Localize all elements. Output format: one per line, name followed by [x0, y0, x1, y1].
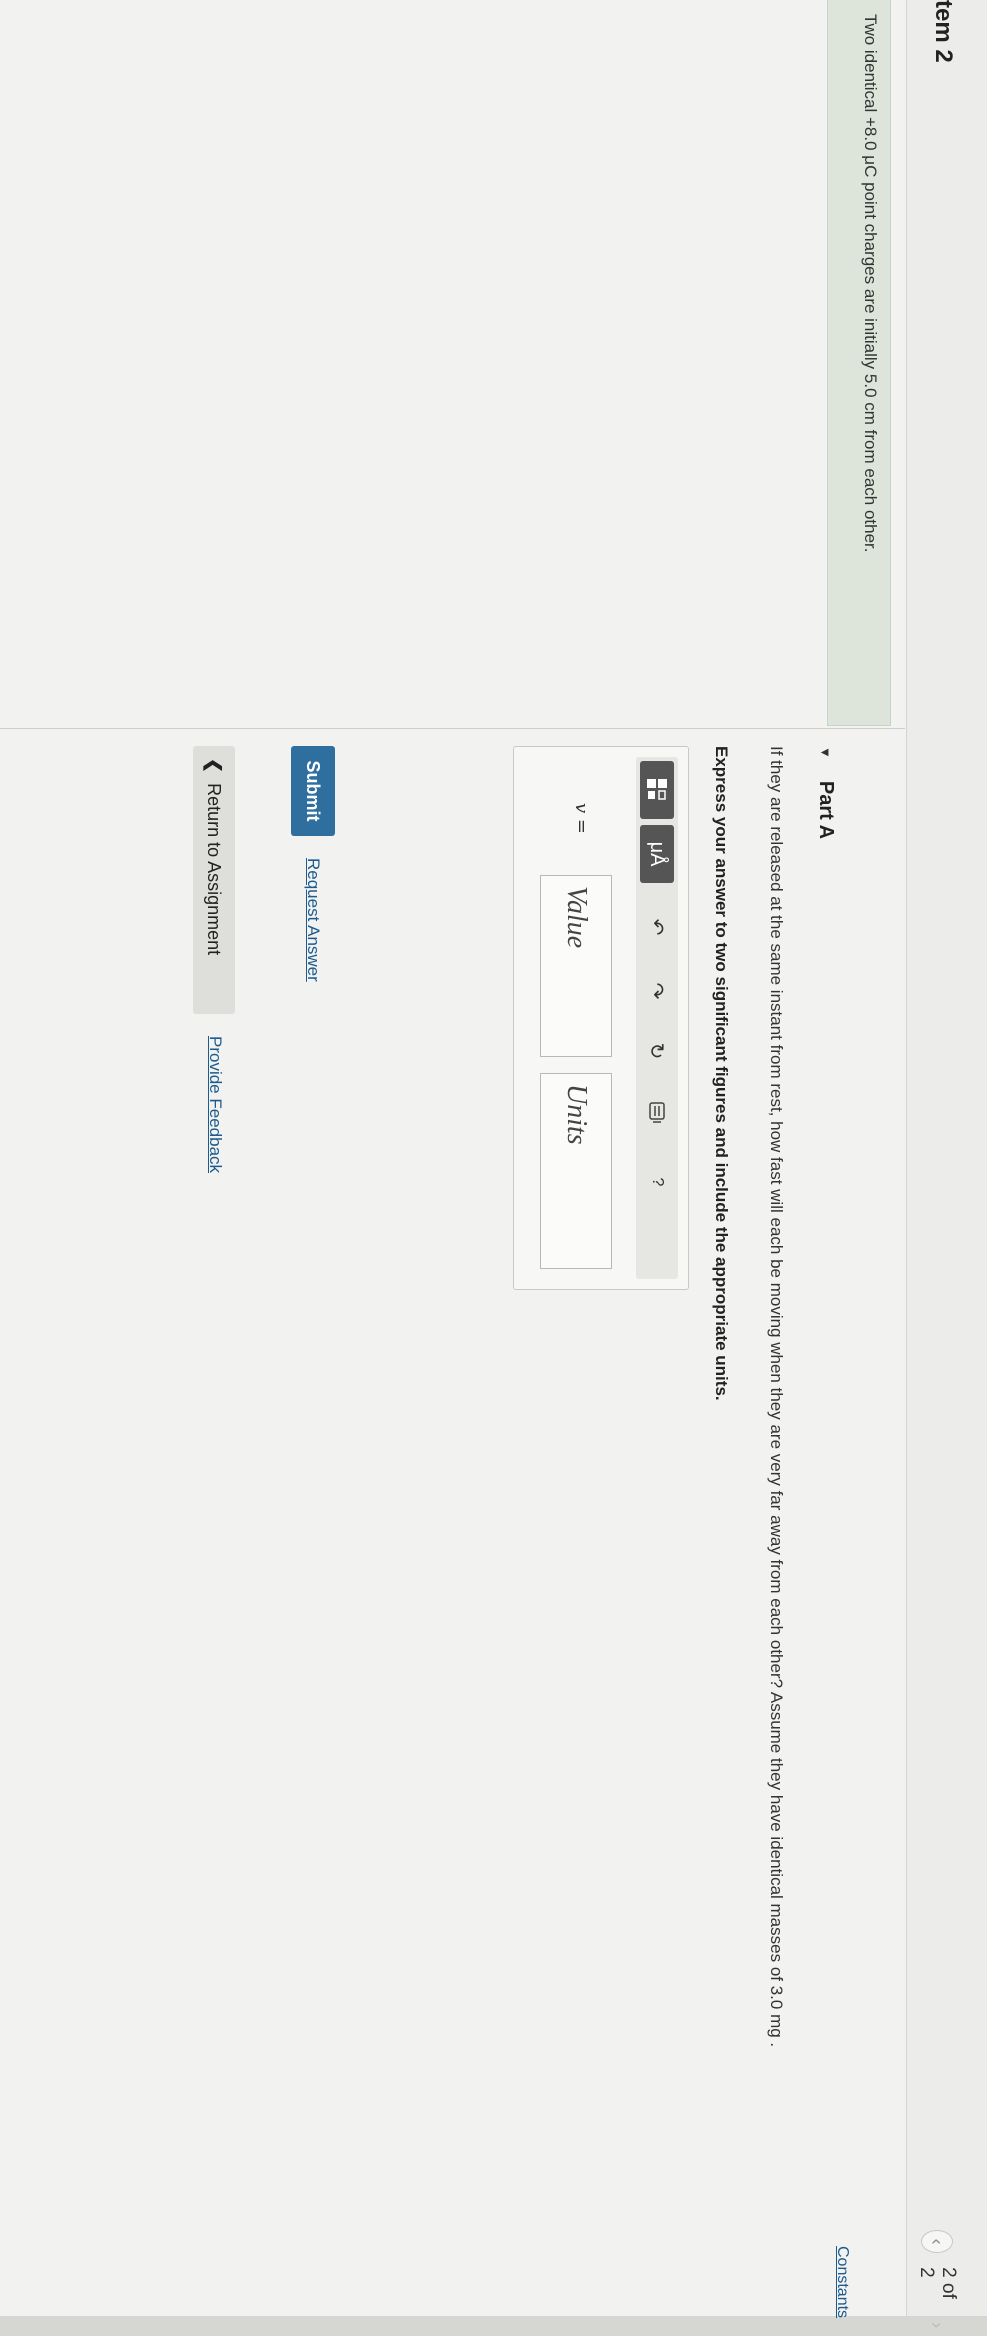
part-title: Part A [815, 780, 837, 840]
undo-icon: ↶ [645, 918, 668, 936]
variable-label: v = [571, 803, 592, 834]
value-input[interactable] [540, 875, 612, 1057]
chevron-right-icon: › [927, 2322, 948, 2329]
pager-text: 2 of 2 [916, 2267, 959, 2299]
help-icon: ? [649, 1177, 666, 1187]
undo-button[interactable]: ↶ [640, 909, 674, 945]
problem-statement: Two identical +8.0 μC point charges are … [827, 0, 891, 726]
item-title: tem 2 [930, 0, 957, 63]
return-to-assignment-button[interactable]: ❮ Return to Assignment [193, 746, 235, 1014]
submit-button[interactable]: Submit [291, 746, 335, 836]
reset-icon: ↻ [645, 1042, 668, 1060]
header-bar: tem 2 ‹ 2 of 2 › [906, 0, 987, 2328]
screen: tem 2 ‹ 2 of 2 › Constants Two identical… [0, 0, 987, 2328]
math-toolbar: μÅ ↶ ↷ ↻ ? [636, 757, 678, 1279]
units-icon: μÅ [646, 841, 669, 867]
units-input[interactable] [540, 1073, 612, 1269]
constants-link[interactable]: Constants [833, 2246, 851, 2318]
next-item-button[interactable]: › [922, 2315, 952, 2336]
request-answer-link[interactable]: Request Answer [303, 858, 323, 982]
panel-divider [0, 728, 905, 729]
previous-item-button[interactable]: ‹ [921, 2230, 953, 2254]
part-a-header[interactable]: ▼ Part A [814, 746, 837, 839]
reset-button[interactable]: ↻ [640, 1033, 674, 1069]
keyboard-button[interactable] [640, 1095, 674, 1131]
redo-button[interactable]: ↷ [640, 973, 674, 1009]
question-text: If they are released at the same instant… [767, 746, 786, 2048]
provide-feedback-link[interactable]: Provide Feedback [205, 1036, 225, 1173]
answer-box: μÅ ↶ ↷ ↻ ? v = Value Units [513, 746, 689, 1290]
chevron-left-icon: ❮ [204, 758, 225, 774]
templates-icon [645, 777, 669, 803]
keyboard-icon [647, 1101, 667, 1125]
templates-button[interactable] [640, 761, 674, 819]
collapse-caret-icon[interactable]: ▼ [818, 746, 833, 759]
help-button[interactable]: ? [640, 1167, 674, 1197]
item-pager: ‹ 2 of 2 › [915, 2230, 959, 2336]
units-button[interactable]: μÅ [640, 825, 674, 883]
redo-icon: ↷ [645, 982, 668, 1000]
answer-instruction: Express your answer to two significant f… [712, 746, 731, 1401]
chevron-left-icon: ‹ [927, 2238, 948, 2245]
return-label: Return to Assignment [204, 783, 225, 956]
